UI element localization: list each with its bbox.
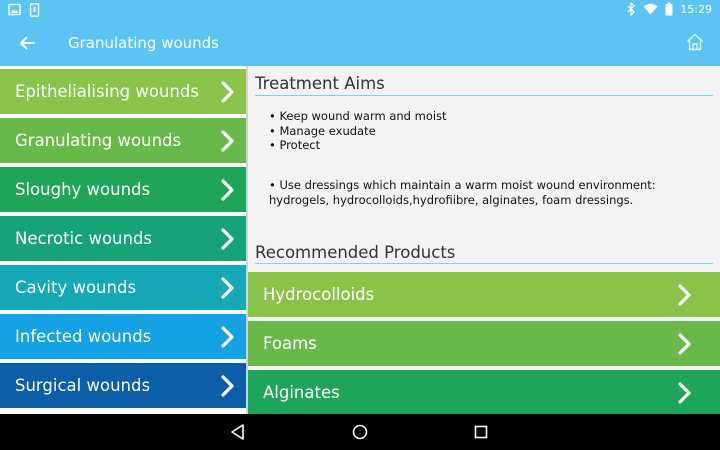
- chevron-right-icon: [221, 130, 234, 152]
- sidebar-item-epithelialising[interactable]: Epithelialising wounds: [0, 69, 246, 114]
- home-circle-icon[interactable]: [350, 422, 370, 442]
- product-label: Hydrocolloids: [263, 285, 375, 304]
- system-nav-bar: [0, 414, 720, 450]
- phone-notification-icon: [29, 3, 40, 17]
- chevron-right-icon: [678, 333, 691, 355]
- chevron-right-icon: [221, 179, 234, 201]
- treatment-aims-list: • Keep wound warm and moist • Manage exu…: [269, 109, 447, 153]
- sidebar-item-infected[interactable]: Infected wounds: [0, 314, 246, 359]
- product-label: Alginates: [263, 383, 340, 402]
- list-item: • Manage exudate: [269, 123, 376, 138]
- product-item-hydrocolloids[interactable]: Hydrocolloids: [248, 272, 720, 317]
- sidebar-item-surgical[interactable]: Surgical wounds: [0, 363, 246, 408]
- product-item-alginates[interactable]: Alginates: [248, 370, 720, 414]
- chevron-right-icon: [221, 277, 234, 299]
- treatment-aims-heading: Treatment Aims: [255, 74, 385, 93]
- sidebar-item-sloughy[interactable]: Sloughy wounds: [0, 167, 246, 212]
- sidebar-item-label: Cavity wounds: [15, 278, 137, 297]
- chevron-right-icon: [221, 228, 234, 250]
- chevron-right-icon: [221, 375, 234, 397]
- detail-pane: Treatment Aims • Keep wound warm and moi…: [248, 66, 720, 414]
- product-item-foams[interactable]: Foams: [248, 321, 720, 366]
- sidebar-item-cavity[interactable]: Cavity wounds: [0, 265, 246, 310]
- chevron-right-icon: [678, 382, 691, 404]
- wifi-icon: [643, 3, 658, 15]
- chevron-right-icon: [678, 284, 691, 306]
- sidebar-item-label: Surgical wounds: [15, 376, 151, 395]
- sidebar-item-label: Sloughy wounds: [15, 180, 151, 199]
- chevron-right-icon: [221, 326, 234, 348]
- sidebar-item-label: Necrotic wounds: [15, 229, 153, 248]
- product-label: Foams: [263, 334, 317, 353]
- list-item: • Keep wound warm and moist: [269, 109, 447, 123]
- page-title: Granulating wounds: [68, 34, 219, 52]
- recents-square-icon[interactable]: [471, 422, 491, 442]
- recommended-products-heading: Recommended Products: [255, 243, 456, 262]
- status-bar: 15:29: [0, 0, 720, 20]
- home-icon[interactable]: [685, 32, 705, 52]
- image-notification-icon: [8, 3, 21, 16]
- list-item: • Protect: [269, 138, 321, 152]
- sidebar-item-necrotic[interactable]: Necrotic wounds: [0, 216, 246, 261]
- arrow-left-icon[interactable]: [17, 33, 37, 53]
- heading-underline: [255, 95, 713, 96]
- status-time: 15:29: [680, 2, 712, 16]
- back-triangle-icon[interactable]: [228, 422, 248, 442]
- dressing-note: • Use dressings which maintain a warm mo…: [269, 178, 656, 207]
- wound-type-list: Epithelialising wounds Granulating wound…: [0, 66, 246, 414]
- battery-icon: [665, 2, 673, 16]
- sidebar-item-granulating[interactable]: Granulating wounds: [0, 118, 246, 163]
- bluetooth-icon: [627, 2, 636, 16]
- sidebar-item-label: Infected wounds: [15, 327, 152, 346]
- sidebar-item-label: Granulating wounds: [15, 131, 182, 150]
- heading-underline: [255, 263, 713, 264]
- sidebar-item-label: Epithelialising wounds: [15, 82, 199, 101]
- app-bar: Granulating wounds: [0, 20, 720, 66]
- chevron-right-icon: [221, 81, 234, 103]
